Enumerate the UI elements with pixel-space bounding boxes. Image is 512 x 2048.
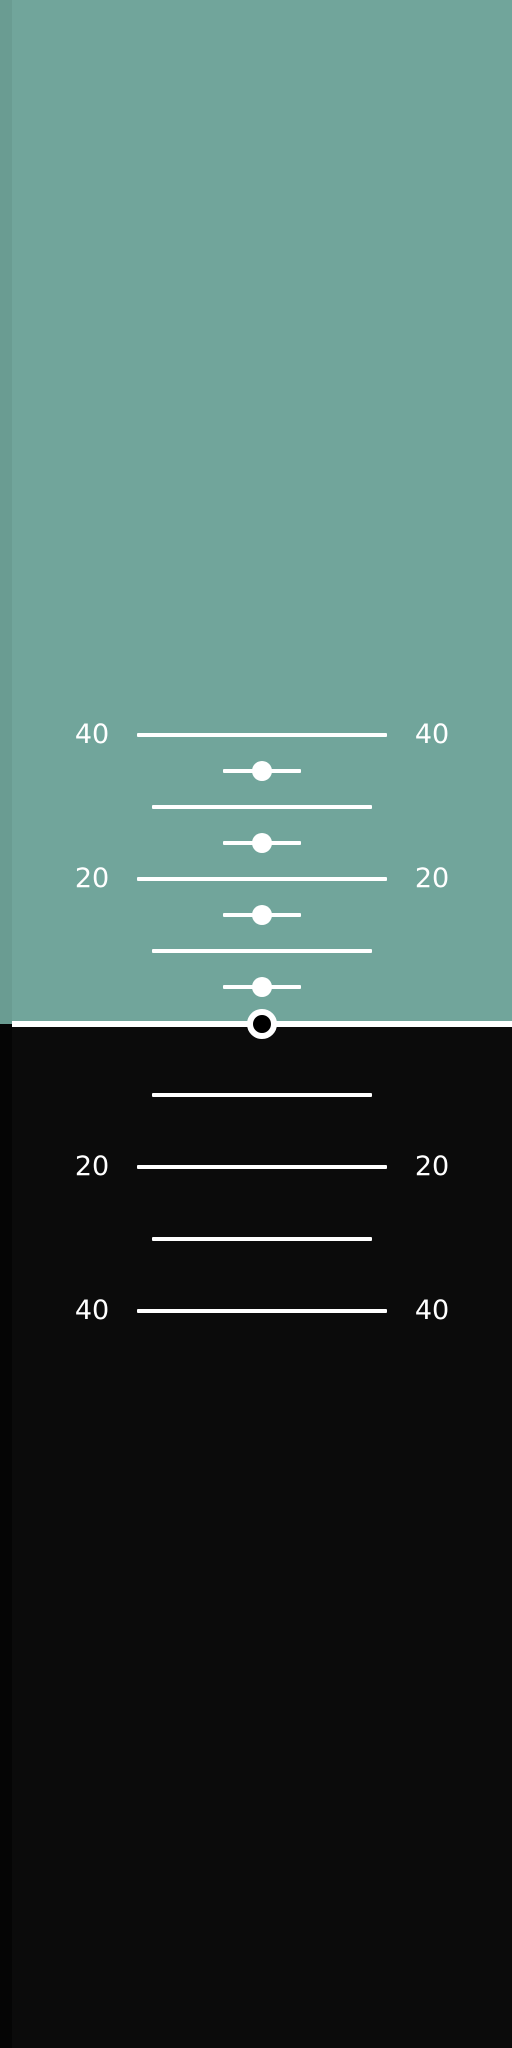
pitch-line-up-20 [137,877,387,881]
pitch-label-up-20-right: 20 [414,863,450,894]
pitch-line-down-10 [152,1093,372,1097]
pitch-label-down-20-left: 20 [74,1151,110,1182]
pitch-label-down-40-right: 40 [414,1295,450,1326]
pitch-label-up-40-left: 40 [74,719,110,750]
pitch-line-up-10 [152,949,372,953]
pitch-tick-knob-up-35 [252,761,272,781]
pitch-label-down-20-right: 20 [414,1151,450,1182]
aircraft-center-marker [247,1009,277,1039]
pitch-tick-knob-up-25 [252,833,272,853]
pitch-label-up-20-left: 20 [74,863,110,894]
pitch-tick-knob-up-5 [252,977,272,997]
pitch-line-down-40 [137,1309,387,1313]
pitch-line-up-40 [137,733,387,737]
sky-edge-strip [0,0,12,1024]
pitch-line-down-20 [137,1165,387,1169]
ground-edge-strip [0,1024,12,2048]
pitch-label-up-40-right: 40 [414,719,450,750]
pitch-label-down-40-left: 40 [74,1295,110,1326]
pitch-line-up-30 [152,805,372,809]
pitch-line-down-30 [152,1237,372,1241]
pitch-tick-knob-up-15 [252,905,272,925]
